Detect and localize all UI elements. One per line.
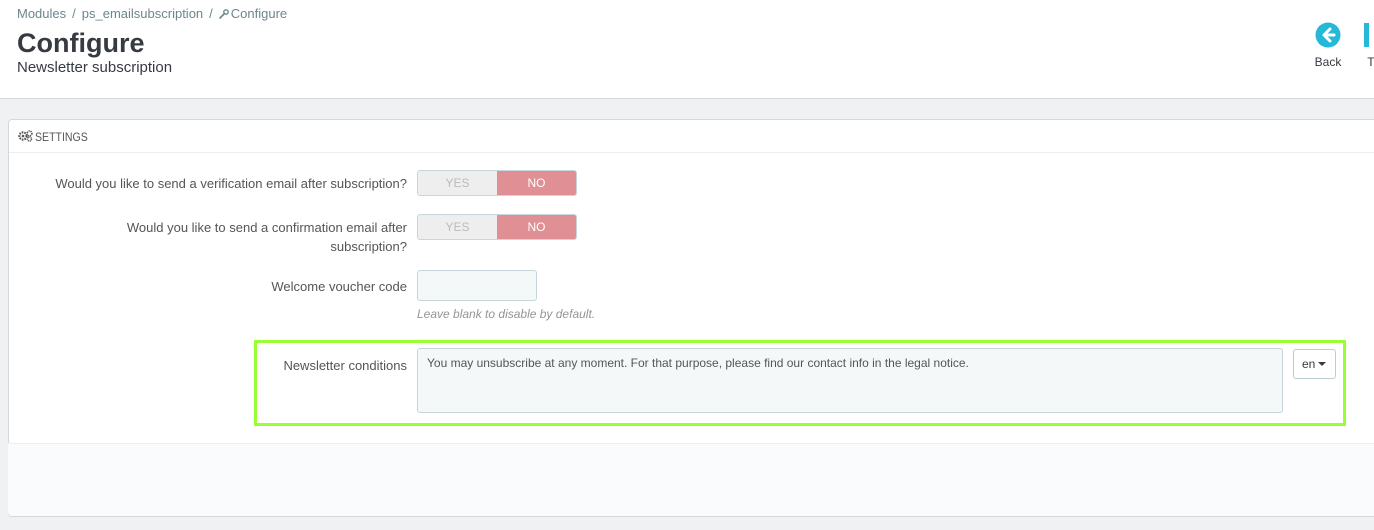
language-label: en xyxy=(1302,357,1316,371)
back-button[interactable]: Back xyxy=(1312,22,1344,69)
translate-button[interactable]: Tra xyxy=(1356,22,1374,69)
verification-email-yes[interactable]: YES xyxy=(418,171,497,195)
verification-email-switch[interactable]: YES NO xyxy=(417,170,577,196)
voucher-input[interactable] xyxy=(417,270,537,301)
breadcrumb-module-name[interactable]: ps_emailsubscription xyxy=(82,6,203,21)
cogs-icon xyxy=(18,130,33,142)
panel-footer xyxy=(8,443,1374,516)
breadcrumb: Modules / ps_emailsubscription / Configure xyxy=(17,6,287,21)
arrow-circle-left-icon xyxy=(1315,22,1341,48)
panel-heading: SETTINGS xyxy=(9,120,1374,153)
translate-label: Tra xyxy=(1367,55,1374,69)
confirmation-email-label-line1: Would you like to send a confirmation em… xyxy=(126,220,407,235)
conditions-label: Newsletter conditions xyxy=(283,358,407,373)
breadcrumb-separator: / xyxy=(72,6,76,21)
caret-down-icon xyxy=(1318,362,1327,366)
verification-email-label: Would you like to send a verification em… xyxy=(55,176,407,191)
back-label: Back xyxy=(1314,55,1342,69)
breadcrumb-separator: / xyxy=(209,6,213,21)
language-dropdown[interactable]: en xyxy=(1293,349,1336,379)
page-header: Modules / ps_emailsubscription / Configure C… xyxy=(0,0,1374,99)
panel-title: SETTINGS xyxy=(35,130,88,144)
verification-email-no[interactable]: NO xyxy=(497,171,576,195)
page-subtitle: Newsletter subscription xyxy=(17,59,173,76)
voucher-help-text: Leave blank to disable by default. xyxy=(417,307,596,321)
conditions-textarea[interactable]: You may unsubscribe at any moment. For t… xyxy=(417,348,1283,413)
wrench-icon xyxy=(218,9,229,19)
voucher-label: Welcome voucher code xyxy=(271,279,407,294)
breadcrumb-modules[interactable]: Modules xyxy=(17,6,66,21)
confirmation-email-switch[interactable]: YES NO xyxy=(417,214,577,240)
confirmation-email-label-line2: subscription? xyxy=(330,239,407,254)
confirmation-email-yes[interactable]: YES xyxy=(418,215,497,239)
confirmation-email-no[interactable]: NO xyxy=(497,215,576,239)
flag-icon xyxy=(1364,23,1369,47)
confirmation-email-label: Would you like to send a confirmation em… xyxy=(127,218,407,256)
page-title: Configure xyxy=(17,28,145,58)
breadcrumb-current: Configure xyxy=(230,6,288,21)
